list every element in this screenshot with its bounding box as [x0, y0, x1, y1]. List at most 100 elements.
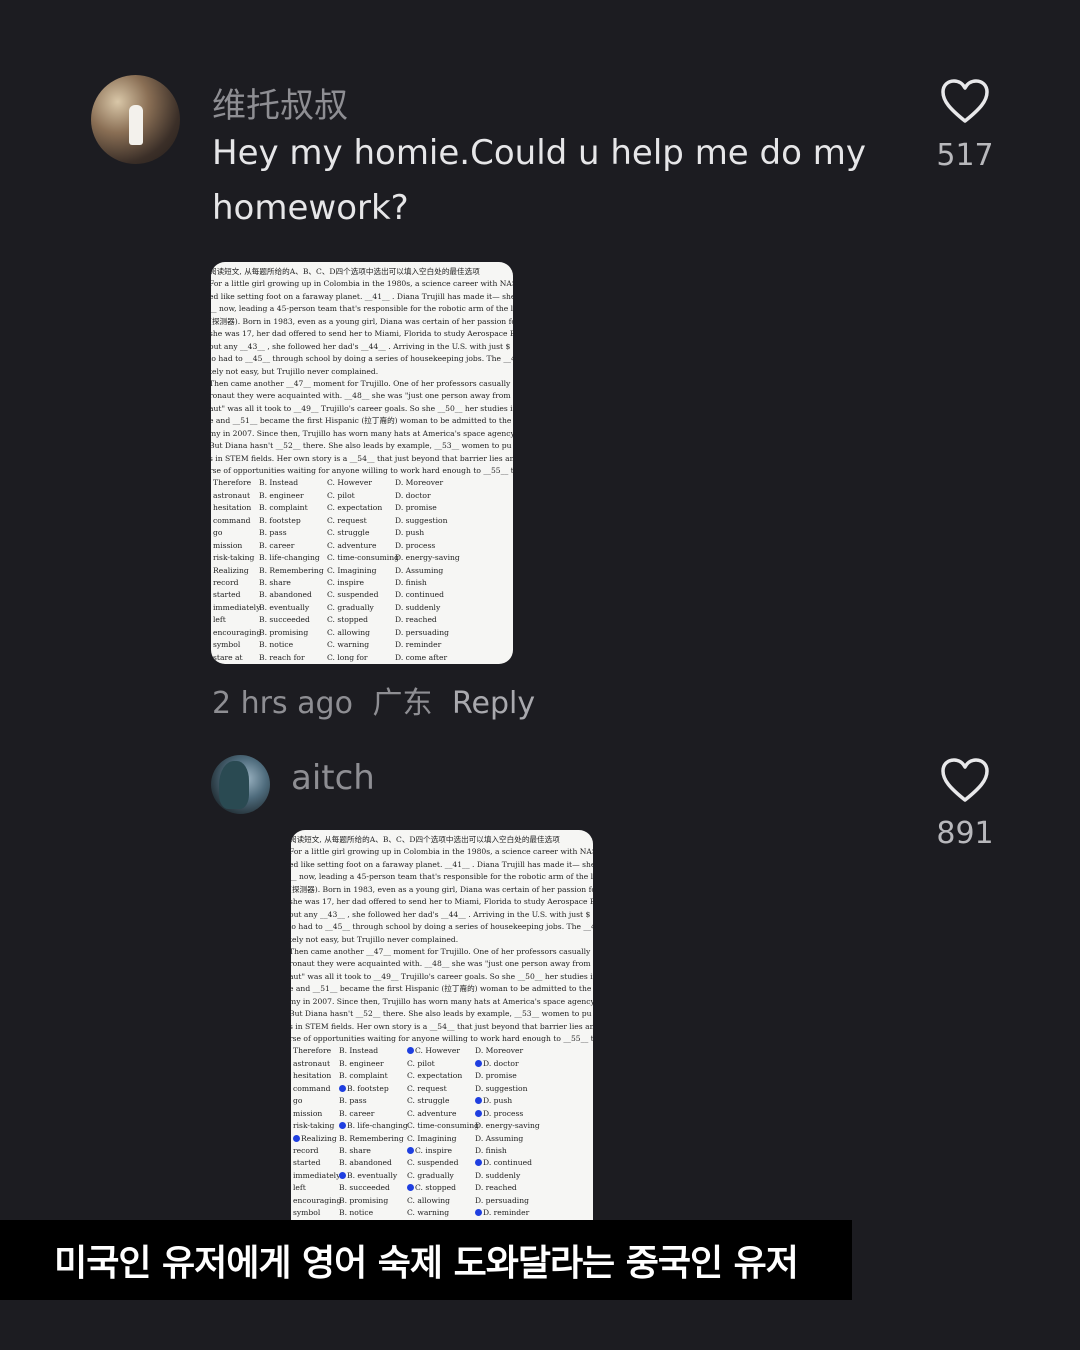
option-cell: B. promising — [339, 1195, 407, 1207]
option-text: B. succeeded — [259, 615, 310, 625]
homework-line: s in STEM fields. Her own story is a __5… — [211, 453, 513, 463]
answer-mark-icon — [475, 1209, 482, 1217]
option-cell: D. energy-saving — [395, 552, 505, 564]
homework-line: e and __51__ became the first Hispanic (… — [291, 984, 593, 994]
option-row: go B. pass C. struggle D. push — [211, 527, 513, 539]
option-cell: B. abandoned — [259, 589, 327, 601]
option-text: D. suggestion — [475, 1083, 528, 1093]
option-row: started B. abandoned C. suspended D. contin… — [291, 1157, 593, 1169]
option-cell: left — [211, 614, 259, 626]
option-text: B. share — [259, 577, 291, 587]
option-row: left B. succeeded C. stopped D. reached — [291, 1182, 593, 1194]
option-text: C. Imagining — [407, 1133, 457, 1143]
answer-mark-icon — [339, 1084, 346, 1092]
answer-mark-icon — [339, 1171, 346, 1179]
option-cell: command — [291, 1083, 339, 1095]
option-cell: immediately — [291, 1170, 340, 1182]
like-count: 517 — [936, 138, 994, 173]
option-cell: B. footstep — [339, 1083, 407, 1095]
option-cell: go — [291, 1095, 339, 1107]
option-row: Therefore B. Instead C. However D. Moreover — [211, 477, 513, 489]
option-row: encouraging B. promising C. allowing D. per… — [211, 627, 513, 639]
homework-line: But Diana hasn't __52__ there. She also … — [211, 441, 512, 451]
option-cell: astronaut — [211, 490, 259, 502]
option-cell: B. eventually — [259, 602, 327, 614]
comment-username[interactable]: 维托叔叔 — [212, 78, 348, 127]
reply-button[interactable]: Reply — [452, 686, 535, 721]
option-cell: D. come after — [395, 652, 505, 664]
option-cell: C. warning — [407, 1207, 475, 1219]
option-text: B. engineer — [339, 1058, 384, 1068]
homework-line: tely not easy, but Trujillo never compla… — [211, 366, 379, 376]
option-cell: D. promise — [475, 1070, 585, 1082]
option-cell: hesitation — [291, 1070, 339, 1082]
option-row: command B. footstep C. request D. suggestio… — [291, 1083, 593, 1095]
option-text: left — [213, 615, 226, 625]
option-text: D. Moreover — [475, 1046, 524, 1056]
option-text: B. promising — [339, 1195, 389, 1205]
homework-line: ronaut they were acquainted with. __48__… — [211, 391, 513, 401]
option-text: B. notice — [259, 640, 294, 650]
option-cell: B. share — [339, 1145, 407, 1157]
option-text: command — [293, 1083, 331, 1093]
option-cell: C. Imagining — [407, 1133, 475, 1145]
option-text: Realizing — [213, 565, 249, 575]
option-cell: D. suggestion — [475, 1083, 585, 1095]
option-text: D. reminder — [483, 1208, 530, 1218]
option-text: mission — [213, 540, 243, 550]
user-avatar[interactable] — [91, 75, 180, 164]
option-cell: D. Assuming — [395, 565, 505, 577]
homework-line: my in 2007. Since then, Trujillo has wor… — [291, 996, 593, 1006]
option-row: symbol B. notice C. warning D. reminder — [291, 1207, 593, 1219]
option-cell: D. persuading — [395, 627, 505, 639]
option-cell: C. However — [407, 1045, 475, 1057]
option-cell: D. push — [395, 527, 505, 539]
answer-mark-icon — [475, 1059, 482, 1067]
option-cell: B. eventually — [339, 1170, 407, 1182]
option-text: D. Assuming — [475, 1133, 524, 1143]
option-cell: C. allowing — [327, 627, 395, 639]
option-text: D. reached — [395, 615, 437, 625]
heart-outline-icon[interactable] — [940, 757, 990, 803]
option-text: C. adventure — [327, 540, 377, 550]
option-text: B. share — [339, 1145, 371, 1155]
option-cell: C. inspire — [327, 577, 395, 589]
comment-username[interactable]: aitch — [291, 758, 375, 798]
option-cell: D. finish — [475, 1145, 585, 1157]
homework-line: 阅读短文, 从每题所给的A、B、C、D四个选项中选出可以填入空白处的最佳选项 — [291, 835, 560, 844]
option-cell: astronaut — [291, 1058, 339, 1070]
homework-image-annotated[interactable]: 阅读短文, 从每题所给的A、B、C、D四个选项中选出可以填入空白处的最佳选项 Fo… — [291, 830, 593, 1222]
option-cell: started — [291, 1157, 339, 1169]
option-text: B. footstep — [347, 1083, 389, 1093]
option-row: astronaut B. engineer C. pilot D. doctor — [291, 1058, 593, 1070]
option-text: D. suddenly — [475, 1170, 521, 1180]
option-cell: B. engineer — [259, 490, 327, 502]
option-text: B. Remembering — [339, 1133, 404, 1143]
option-text: Therefore — [213, 478, 252, 488]
option-cell: D. suddenly — [395, 602, 505, 614]
option-row: left B. succeeded C. stopped D. reached — [211, 614, 513, 626]
homework-image[interactable]: 阅读短文, 从每题所给的A、B、C、D四个选项中选出可以填入空白处的最佳选项 Fo… — [211, 262, 513, 664]
option-cell: B. life-changing — [339, 1120, 408, 1132]
option-cell: mission — [211, 540, 259, 552]
option-row: mission B. career C. adventure D. process — [291, 1108, 593, 1120]
option-cell: D. suggestion — [395, 515, 505, 527]
option-cell: go — [211, 527, 259, 539]
option-cell: D. suddenly — [475, 1170, 585, 1182]
homework-line: s in STEM fields. Her own story is a __5… — [291, 1021, 593, 1031]
option-cell: C. stopped — [327, 614, 395, 626]
homework-line: out any __43__ , she followed her dad's … — [211, 341, 511, 351]
option-text: D. Moreover — [395, 478, 444, 488]
option-cell: B. Instead — [259, 477, 327, 489]
option-cell: command — [211, 515, 259, 527]
homework-line: aut" was all it took to __49__ Trujillo'… — [291, 971, 593, 981]
option-text: D. come after — [395, 652, 448, 662]
option-cell: D. promise — [395, 502, 505, 514]
heart-outline-icon[interactable] — [940, 78, 990, 124]
option-cell: C. request — [327, 515, 395, 527]
option-cell: B. complaint — [259, 502, 327, 514]
option-text: D. promise — [475, 1071, 517, 1081]
option-text: encouraging — [293, 1195, 342, 1205]
user-avatar[interactable] — [211, 755, 270, 814]
option-text: B. footstep — [259, 515, 301, 525]
